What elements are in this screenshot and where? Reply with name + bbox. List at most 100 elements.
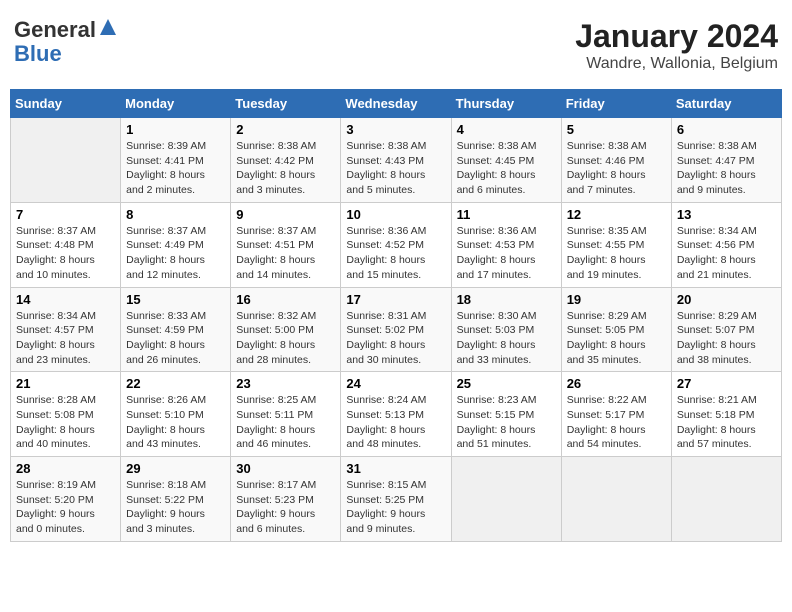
- calendar-cell: 29 Sunrise: 8:18 AM Sunset: 5:22 PM Dayli…: [121, 457, 231, 542]
- calendar-cell: 26 Sunrise: 8:22 AM Sunset: 5:17 PM Dayli…: [561, 372, 671, 457]
- calendar-cell: 22 Sunrise: 8:26 AM Sunset: 5:10 PM Dayli…: [121, 372, 231, 457]
- calendar-header: SundayMondayTuesdayWednesdayThursdayFrid…: [11, 90, 782, 118]
- calendar-cell: 21 Sunrise: 8:28 AM Sunset: 5:08 PM Dayli…: [11, 372, 121, 457]
- day-number: 20: [677, 292, 776, 307]
- day-number: 24: [346, 376, 445, 391]
- calendar-cell: 19Sunrise: 8:29 AM Sunset: 5:05 PM Dayli…: [561, 287, 671, 372]
- calendar-cell: 13 Sunrise: 8:34 AM Sunset: 4:56 PM Dayli…: [671, 202, 781, 287]
- calendar-cell: [671, 457, 781, 542]
- calendar-cell: 15 Sunrise: 8:33 AM Sunset: 4:59 PM Dayli…: [121, 287, 231, 372]
- calendar-cell: 24 Sunrise: 8:24 AM Sunset: 5:13 PM Dayli…: [341, 372, 451, 457]
- day-number: 13: [677, 207, 776, 222]
- calendar-cell: 23Sunrise: 8:25 AM Sunset: 5:11 PM Dayli…: [231, 372, 341, 457]
- day-info: Sunrise: 8:24 AM Sunset: 5:13 PM Dayligh…: [346, 393, 445, 452]
- week-row-4: 21 Sunrise: 8:28 AM Sunset: 5:08 PM Dayli…: [11, 372, 782, 457]
- calendar-body: 1 Sunrise: 8:39 AM Sunset: 4:41 PM Daylig…: [11, 118, 782, 542]
- calendar-cell: 25Sunrise: 8:23 AM Sunset: 5:15 PM Dayli…: [451, 372, 561, 457]
- header-day-wednesday: Wednesday: [341, 90, 451, 118]
- calendar-cell: 11 Sunrise: 8:36 AM Sunset: 4:53 PM Dayli…: [451, 202, 561, 287]
- week-row-3: 14Sunrise: 8:34 AM Sunset: 4:57 PM Dayli…: [11, 287, 782, 372]
- calendar-cell: 6Sunrise: 8:38 AM Sunset: 4:47 PM Daylig…: [671, 118, 781, 203]
- calendar-cell: 1 Sunrise: 8:39 AM Sunset: 4:41 PM Daylig…: [121, 118, 231, 203]
- day-number: 25: [457, 376, 556, 391]
- day-number: 11: [457, 207, 556, 222]
- day-number: 22: [126, 376, 225, 391]
- day-info: Sunrise: 8:30 AM Sunset: 5:03 PM Dayligh…: [457, 309, 556, 368]
- day-number: 4: [457, 122, 556, 137]
- day-number: 1: [126, 122, 225, 137]
- day-info: Sunrise: 8:33 AM Sunset: 4:59 PM Dayligh…: [126, 309, 225, 368]
- header-day-saturday: Saturday: [671, 90, 781, 118]
- calendar-cell: [451, 457, 561, 542]
- day-number: 12: [567, 207, 666, 222]
- calendar-cell: 12 Sunrise: 8:35 AM Sunset: 4:55 PM Dayli…: [561, 202, 671, 287]
- day-info: Sunrise: 8:31 AM Sunset: 5:02 PM Dayligh…: [346, 309, 445, 368]
- calendar-cell: 28 Sunrise: 8:19 AM Sunset: 5:20 PM Dayli…: [11, 457, 121, 542]
- calendar-cell: 3 Sunrise: 8:38 AM Sunset: 4:43 PM Daylig…: [341, 118, 451, 203]
- day-number: 29: [126, 461, 225, 476]
- day-info: Sunrise: 8:32 AM Sunset: 5:00 PM Dayligh…: [236, 309, 335, 368]
- day-info: Sunrise: 8:35 AM Sunset: 4:55 PM Dayligh…: [567, 224, 666, 283]
- day-number: 6: [677, 122, 776, 137]
- day-number: 15: [126, 292, 225, 307]
- calendar-cell: 4 Sunrise: 8:38 AM Sunset: 4:45 PM Daylig…: [451, 118, 561, 203]
- header-row: SundayMondayTuesdayWednesdayThursdayFrid…: [11, 90, 782, 118]
- day-info: Sunrise: 8:37 AM Sunset: 4:48 PM Dayligh…: [16, 224, 115, 283]
- day-info: Sunrise: 8:39 AM Sunset: 4:41 PM Dayligh…: [126, 139, 225, 198]
- day-number: 23: [236, 376, 335, 391]
- calendar-cell: 10 Sunrise: 8:36 AM Sunset: 4:52 PM Dayli…: [341, 202, 451, 287]
- day-number: 3: [346, 122, 445, 137]
- day-number: 7: [16, 207, 115, 222]
- day-info: Sunrise: 8:38 AM Sunset: 4:43 PM Dayligh…: [346, 139, 445, 198]
- day-info: Sunrise: 8:29 AM Sunset: 5:05 PM Dayligh…: [567, 309, 666, 368]
- calendar-cell: 18 Sunrise: 8:30 AM Sunset: 5:03 PM Dayli…: [451, 287, 561, 372]
- day-info: Sunrise: 8:21 AM Sunset: 5:18 PM Dayligh…: [677, 393, 776, 452]
- week-row-1: 1 Sunrise: 8:39 AM Sunset: 4:41 PM Daylig…: [11, 118, 782, 203]
- calendar-cell: [561, 457, 671, 542]
- day-number: 5: [567, 122, 666, 137]
- calendar-cell: [11, 118, 121, 203]
- day-number: 8: [126, 207, 225, 222]
- day-info: Sunrise: 8:19 AM Sunset: 5:20 PM Dayligh…: [16, 478, 115, 537]
- day-info: Sunrise: 8:38 AM Sunset: 4:42 PM Dayligh…: [236, 139, 335, 198]
- day-info: Sunrise: 8:36 AM Sunset: 4:52 PM Dayligh…: [346, 224, 445, 283]
- calendar-cell: 7 Sunrise: 8:37 AM Sunset: 4:48 PM Daylig…: [11, 202, 121, 287]
- logo-icon: [98, 17, 118, 37]
- day-number: 17: [346, 292, 445, 307]
- calendar-cell: 17 Sunrise: 8:31 AM Sunset: 5:02 PM Dayli…: [341, 287, 451, 372]
- calendar-cell: 2 Sunrise: 8:38 AM Sunset: 4:42 PM Daylig…: [231, 118, 341, 203]
- calendar-cell: 27Sunrise: 8:21 AM Sunset: 5:18 PM Dayli…: [671, 372, 781, 457]
- calendar-cell: 8 Sunrise: 8:37 AM Sunset: 4:49 PM Daylig…: [121, 202, 231, 287]
- day-info: Sunrise: 8:37 AM Sunset: 4:49 PM Dayligh…: [126, 224, 225, 283]
- logo-general-text: General: [14, 17, 96, 42]
- location-subtitle: Wandre, Wallonia, Belgium: [575, 55, 778, 73]
- day-info: Sunrise: 8:38 AM Sunset: 4:46 PM Dayligh…: [567, 139, 666, 198]
- day-info: Sunrise: 8:36 AM Sunset: 4:53 PM Dayligh…: [457, 224, 556, 283]
- header-day-friday: Friday: [561, 90, 671, 118]
- calendar-cell: 30Sunrise: 8:17 AM Sunset: 5:23 PM Dayli…: [231, 457, 341, 542]
- day-info: Sunrise: 8:34 AM Sunset: 4:56 PM Dayligh…: [677, 224, 776, 283]
- day-info: Sunrise: 8:26 AM Sunset: 5:10 PM Dayligh…: [126, 393, 225, 452]
- day-number: 28: [16, 461, 115, 476]
- calendar-table: SundayMondayTuesdayWednesdayThursdayFrid…: [10, 89, 782, 542]
- day-number: 10: [346, 207, 445, 222]
- day-info: Sunrise: 8:28 AM Sunset: 5:08 PM Dayligh…: [16, 393, 115, 452]
- day-number: 18: [457, 292, 556, 307]
- day-number: 14: [16, 292, 115, 307]
- calendar-cell: 20Sunrise: 8:29 AM Sunset: 5:07 PM Dayli…: [671, 287, 781, 372]
- day-info: Sunrise: 8:22 AM Sunset: 5:17 PM Dayligh…: [567, 393, 666, 452]
- day-number: 21: [16, 376, 115, 391]
- day-number: 2: [236, 122, 335, 137]
- day-info: Sunrise: 8:38 AM Sunset: 4:45 PM Dayligh…: [457, 139, 556, 198]
- calendar-cell: 16 Sunrise: 8:32 AM Sunset: 5:00 PM Dayli…: [231, 287, 341, 372]
- day-info: Sunrise: 8:18 AM Sunset: 5:22 PM Dayligh…: [126, 478, 225, 537]
- day-number: 16: [236, 292, 335, 307]
- page-header: General Blue January 2024 Wandre, Wallon…: [10, 10, 782, 81]
- day-number: 26: [567, 376, 666, 391]
- logo: General Blue: [14, 18, 118, 66]
- logo-blue-text: Blue: [14, 41, 62, 66]
- calendar-cell: 31Sunrise: 8:15 AM Sunset: 5:25 PM Dayli…: [341, 457, 451, 542]
- header-day-monday: Monday: [121, 90, 231, 118]
- calendar-cell: 14Sunrise: 8:34 AM Sunset: 4:57 PM Dayli…: [11, 287, 121, 372]
- header-day-thursday: Thursday: [451, 90, 561, 118]
